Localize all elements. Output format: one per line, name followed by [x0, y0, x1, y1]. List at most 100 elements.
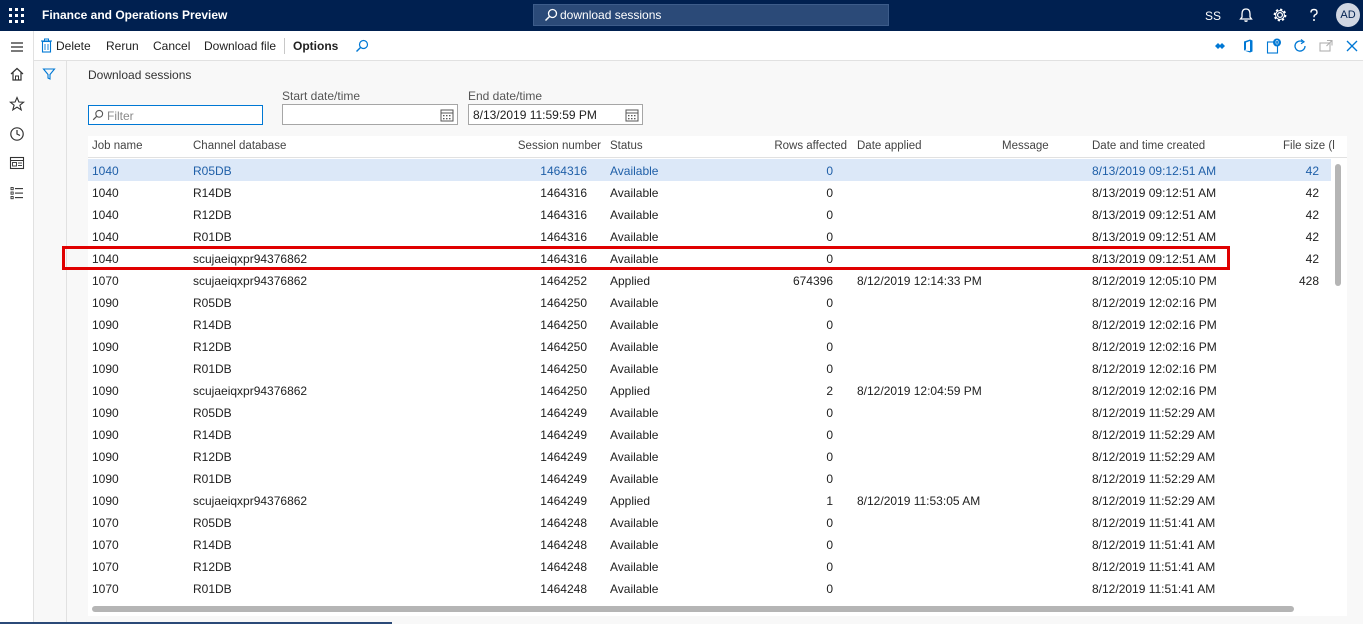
cell-channel-database[interactable]: R12DB [193, 450, 232, 464]
cell-channel-database[interactable]: R01DB [193, 362, 232, 376]
options-tab[interactable]: Options [293, 39, 338, 53]
cell-channel-database[interactable]: R05DB [193, 516, 232, 530]
delete-icon[interactable] [40, 38, 53, 53]
help-icon[interactable] [1306, 7, 1322, 23]
cell-channel-database[interactable]: scujaeiqxpr94376862 [193, 384, 307, 398]
cell-channel-database[interactable]: R01DB [193, 230, 232, 244]
cell-job-name[interactable]: 1090 [92, 472, 119, 486]
cell-channel-database[interactable]: R01DB [193, 582, 232, 596]
avatar[interactable]: AD [1336, 3, 1360, 27]
cell-channel-database[interactable]: R14DB [193, 318, 232, 332]
cell-channel-database[interactable]: R12DB [193, 208, 232, 222]
refresh-icon[interactable] [1292, 38, 1308, 54]
cancel-button[interactable]: Cancel [153, 39, 190, 53]
delete-button[interactable]: Delete [56, 39, 91, 53]
power-apps-icon[interactable] [1212, 38, 1228, 54]
open-new-window-icon[interactable] [1318, 38, 1334, 54]
cell-job-name[interactable]: 1070 [92, 274, 119, 288]
cell-job-name[interactable]: 1070 [92, 516, 119, 530]
cell-channel-database[interactable]: R14DB [193, 428, 232, 442]
download-file-button[interactable]: Download file [204, 39, 276, 53]
column-header-date-applied[interactable]: Date applied [857, 140, 922, 152]
quick-filter[interactable] [88, 105, 263, 125]
cell-job-name[interactable]: 1070 [92, 582, 119, 596]
global-search-input[interactable] [560, 7, 880, 23]
start-date-field[interactable] [282, 104, 458, 125]
column-header-session-number[interactable]: Session number [518, 140, 601, 152]
table-row[interactable]: 1040 R12DB 1464316 Available 0 8/13/2019 09:1… [88, 203, 1333, 225]
table-row[interactable]: 1040 scujaeiqxpr94376862 1464316 Available 0… [88, 247, 1333, 269]
cell-job-name[interactable]: 1090 [92, 362, 119, 376]
vertical-scroll-thumb[interactable] [1335, 164, 1341, 286]
horizontal-scrollbar[interactable] [88, 603, 1331, 616]
filter-icon[interactable] [42, 67, 56, 81]
table-row[interactable]: 1090 R01DB 1464249 Available 0 8/12/2019 11:5… [88, 467, 1333, 489]
home-icon[interactable] [9, 66, 25, 82]
cell-job-name[interactable]: 1090 [92, 296, 119, 310]
cell-job-name[interactable]: 1090 [92, 384, 119, 398]
cell-channel-database[interactable]: R05DB [193, 406, 232, 420]
close-icon[interactable] [1344, 38, 1360, 54]
cell-channel-database[interactable]: R14DB [193, 538, 232, 552]
cell-job-name[interactable]: 1040 [92, 230, 119, 244]
cell-job-name[interactable]: 1090 [92, 340, 119, 354]
column-header-channel-database[interactable]: Channel database [193, 140, 286, 152]
cell-channel-database[interactable]: scujaeiqxpr94376862 [193, 274, 307, 288]
office-icon[interactable] [1240, 38, 1256, 54]
table-row[interactable]: 1090 R12DB 1464250 Available 0 8/12/2019 12:0… [88, 335, 1333, 357]
table-row[interactable]: 1090 R14DB 1464250 Available 0 8/12/2019 12:0… [88, 313, 1333, 335]
cell-channel-database[interactable]: R05DB [193, 296, 232, 310]
cell-job-name[interactable]: 1090 [92, 406, 119, 420]
end-date-field[interactable]: 8/13/2019 11:59:59 PM [468, 104, 643, 125]
table-row[interactable]: 1040 R05DB 1464316 Available 0 8/13/2019 09:1… [88, 159, 1333, 181]
vertical-scrollbar[interactable] [1331, 158, 1347, 605]
app-launcher-icon[interactable] [9, 8, 24, 23]
cell-channel-database[interactable]: R05DB [193, 164, 232, 178]
cell-channel-database[interactable]: R12DB [193, 340, 232, 354]
cell-channel-database[interactable]: R14DB [193, 186, 232, 200]
rerun-button[interactable]: Rerun [106, 39, 139, 53]
filter-input[interactable] [107, 108, 257, 123]
cell-job-name[interactable]: 1090 [92, 450, 119, 464]
company-indicator[interactable]: SS [1205, 9, 1221, 23]
table-row[interactable]: 1070 R12DB 1464248 Available 0 8/12/2019 11:5… [88, 555, 1333, 577]
column-header-message[interactable]: Message [1002, 140, 1049, 152]
cell-channel-database[interactable]: scujaeiqxpr94376862 [193, 494, 307, 508]
attachments-badge-icon[interactable]: 0 [1266, 38, 1282, 54]
workspaces-icon[interactable] [9, 155, 25, 171]
column-header-job-name[interactable]: Job name [92, 140, 143, 152]
hamburger-menu-icon[interactable] [9, 39, 25, 55]
table-row[interactable]: 1070 R01DB 1464248 Available 0 8/12/2019 11:5… [88, 577, 1333, 599]
global-search[interactable] [533, 4, 889, 26]
recent-clock-icon[interactable] [9, 126, 25, 142]
cell-job-name[interactable]: 1070 [92, 538, 119, 552]
table-row[interactable]: 1090 R05DB 1464249 Available 0 8/12/2019 11:5… [88, 401, 1333, 423]
table-row[interactable]: 1090 R14DB 1464249 Available 0 8/12/2019 11:5… [88, 423, 1333, 445]
cell-job-name[interactable]: 1090 [92, 494, 119, 508]
favorites-star-icon[interactable] [9, 96, 25, 112]
column-header-status[interactable]: Status [610, 140, 643, 152]
table-row[interactable]: 1090 scujaeiqxpr94376862 1464250 Applied 2 8/… [88, 379, 1333, 401]
cell-job-name[interactable]: 1040 [92, 164, 119, 178]
column-header-rows-affected[interactable]: Rows affected [774, 140, 847, 152]
cell-channel-database[interactable]: scujaeiqxpr94376862 [193, 252, 307, 266]
action-search-icon[interactable] [355, 39, 369, 53]
table-row[interactable]: 1040 R14DB 1464316 Available 0 8/13/2019 09:1… [88, 181, 1333, 203]
table-row[interactable]: 1090 R05DB 1464250 Available 0 8/12/2019 12:0… [88, 291, 1333, 313]
column-header-file-size[interactable]: File size (l [1283, 140, 1335, 152]
table-row[interactable]: 1070 scujaeiqxpr94376862 1464252 Applied 674… [88, 269, 1333, 291]
cell-channel-database[interactable]: R01DB [193, 472, 232, 486]
table-row[interactable]: 1090 R12DB 1464249 Available 0 8/12/2019 11:5… [88, 445, 1333, 467]
table-row[interactable]: 1070 R05DB 1464248 Available 0 8/12/2019 11:5… [88, 511, 1333, 533]
table-row[interactable]: 1070 R14DB 1464248 Available 0 8/12/2019 11:5… [88, 533, 1333, 555]
modules-list-icon[interactable] [9, 185, 25, 201]
cell-job-name[interactable]: 1040 [92, 252, 119, 266]
settings-gear-icon[interactable] [1272, 7, 1288, 23]
horizontal-scroll-thumb[interactable] [92, 606, 1294, 612]
cell-job-name[interactable]: 1040 [92, 208, 119, 222]
cell-job-name[interactable]: 1040 [92, 186, 119, 200]
table-row[interactable]: 1040 R01DB 1464316 Available 0 8/13/2019 09:1… [88, 225, 1333, 247]
cell-channel-database[interactable]: R12DB [193, 560, 232, 574]
cell-job-name[interactable]: 1090 [92, 428, 119, 442]
notification-bell-icon[interactable] [1238, 7, 1254, 23]
